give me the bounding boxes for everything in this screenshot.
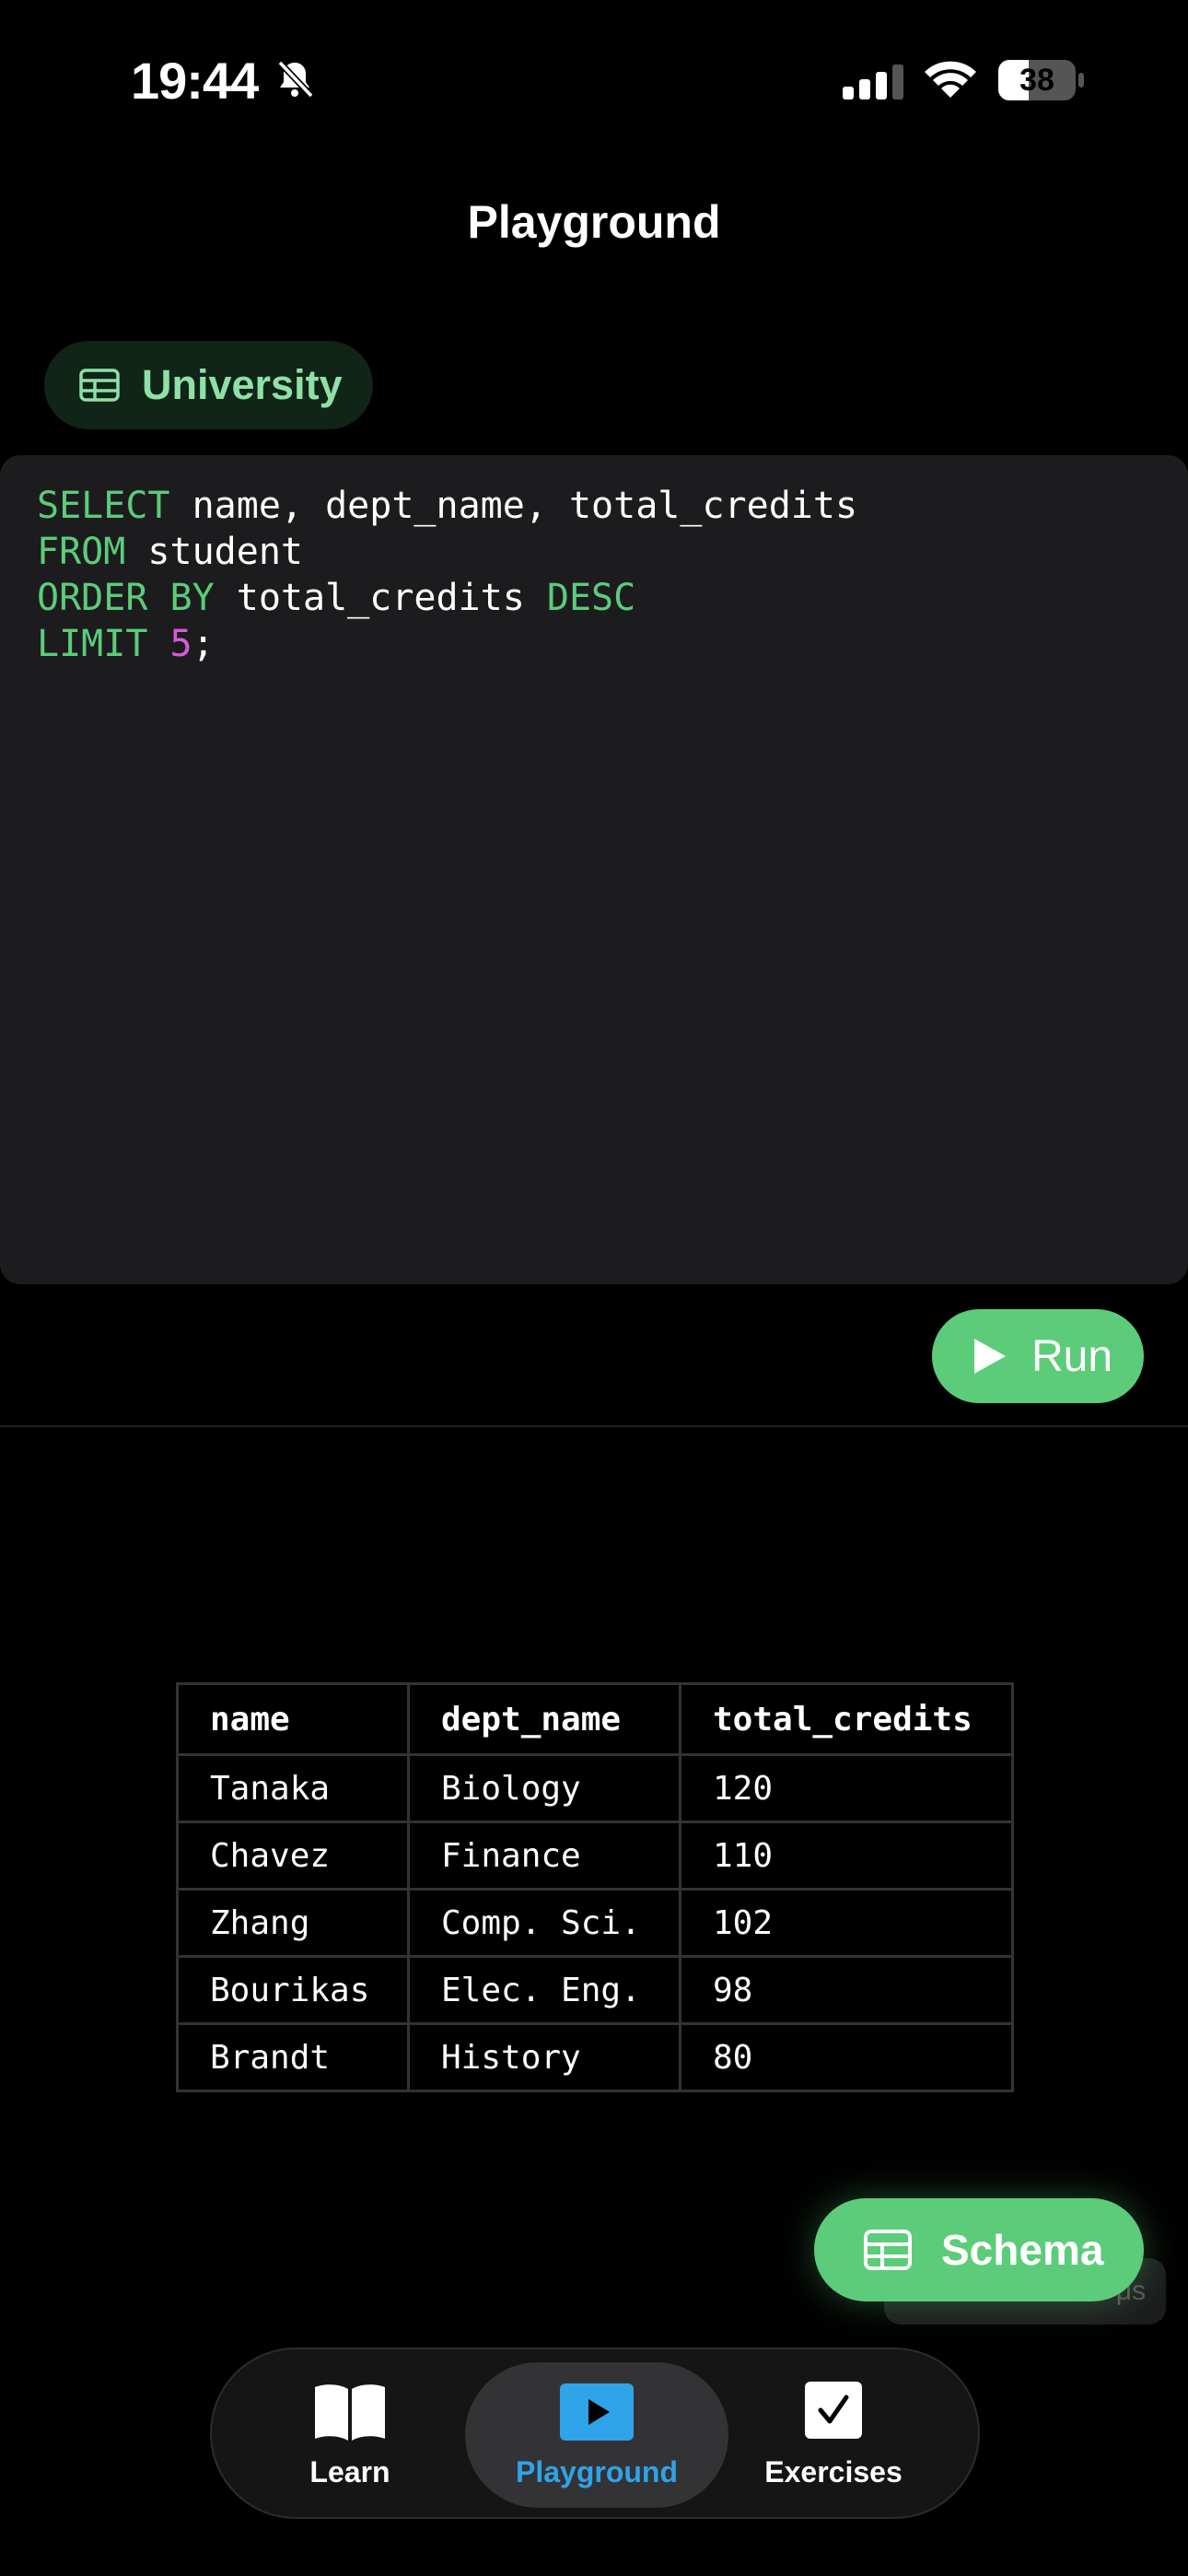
tab-label: Exercises [764,2454,903,2488]
table-cell: Finance [407,1821,681,1891]
divider [0,1425,1188,1427]
table-row: Chavez Finance 110 [176,1821,1014,1891]
code-line: ORDER BY total_credits DESC [37,575,1151,621]
run-button-label: Run [1031,1331,1113,1381]
signal-icon [843,64,903,100]
table-cell: 98 [679,1955,1014,2025]
results-table: name dept_name total_credits Tanaka Biol… [176,1682,1014,2092]
table-row: Bourikas Elec. Eng. 98 [176,1955,1014,2025]
tab-playground[interactable]: Playground [465,2362,728,2508]
sql-number: 5 [169,623,192,665]
book-icon [315,2383,385,2441]
table-cell: Chavez [176,1821,410,1891]
sql-keyword: DESC [546,577,636,619]
table-cell: Tanaka [176,1753,410,1823]
tab-bar: Learn Playground Exercises [210,2348,980,2519]
column-header: total_credits [679,1682,1014,1756]
play-square-icon [560,2383,634,2441]
tab-exercises[interactable]: Exercises [746,2362,921,2508]
table-cell: Bourikas [176,1955,410,2025]
table-cell: Biology [407,1753,681,1823]
database-name: University [142,361,343,408]
column-header: name [176,1682,410,1756]
table-cell: 120 [679,1753,1014,1823]
tab-learn[interactable]: Learn [276,2362,424,2508]
sql-keyword: LIMIT [37,623,148,665]
code-line: SELECT name, dept_name, total_credits [37,483,1151,529]
schema-button-label: Schema [941,2226,1104,2274]
table-cell: Zhang [176,1888,410,1958]
table-cell: 80 [679,2022,1014,2092]
sql-editor[interactable]: SELECT name, dept_name, total_credits FRO… [0,455,1188,1284]
run-button[interactable]: Run [932,1309,1144,1403]
tab-label: Learn [309,2454,390,2488]
play-icon [974,1339,1006,1374]
table-icon [864,2230,912,2270]
column-header: dept_name [407,1682,681,1756]
table-cell: Comp. Sci. [407,1888,681,1958]
table-icon [79,369,120,402]
battery-level: 38 [1019,63,1054,98]
table-row: Brandt History 80 [176,2022,1014,2092]
tab-label: Playground [515,2454,678,2488]
table-cell: History [407,2022,681,2092]
code-line: LIMIT 5; [37,621,1151,667]
sql-text: total_credits [214,577,547,619]
database-selector[interactable]: University [44,341,373,429]
sql-keyword: ORDER BY [37,577,215,619]
table-row: Zhang Comp. Sci. 102 [176,1888,1014,1958]
sql-keyword: FROM [37,531,126,573]
bell-slash-icon [277,60,314,99]
table-cell: Elec. Eng. [407,1955,681,2025]
sql-text: ; [192,623,215,665]
wifi-icon [925,61,976,98]
table-cell: 110 [679,1821,1014,1891]
table-cell: 102 [679,1888,1014,1958]
checkbox-icon [805,2381,862,2439]
battery-indicator: 38 [997,59,1086,101]
code-line: FROM student [37,529,1151,575]
sql-text: name, dept_name, total_credits [169,485,858,527]
schema-button[interactable]: Schema [814,2198,1144,2301]
table-row: Tanaka Biology 120 [176,1753,1014,1823]
table-header-row: name dept_name total_credits [176,1682,1014,1756]
sql-text: student [125,531,303,573]
page-title: Playground [467,196,721,248]
table-cell: Brandt [176,2022,410,2092]
status-bar: 19:44 38 [0,0,1188,161]
status-time: 19:44 [131,52,259,110]
sql-keyword: SELECT [37,485,170,527]
